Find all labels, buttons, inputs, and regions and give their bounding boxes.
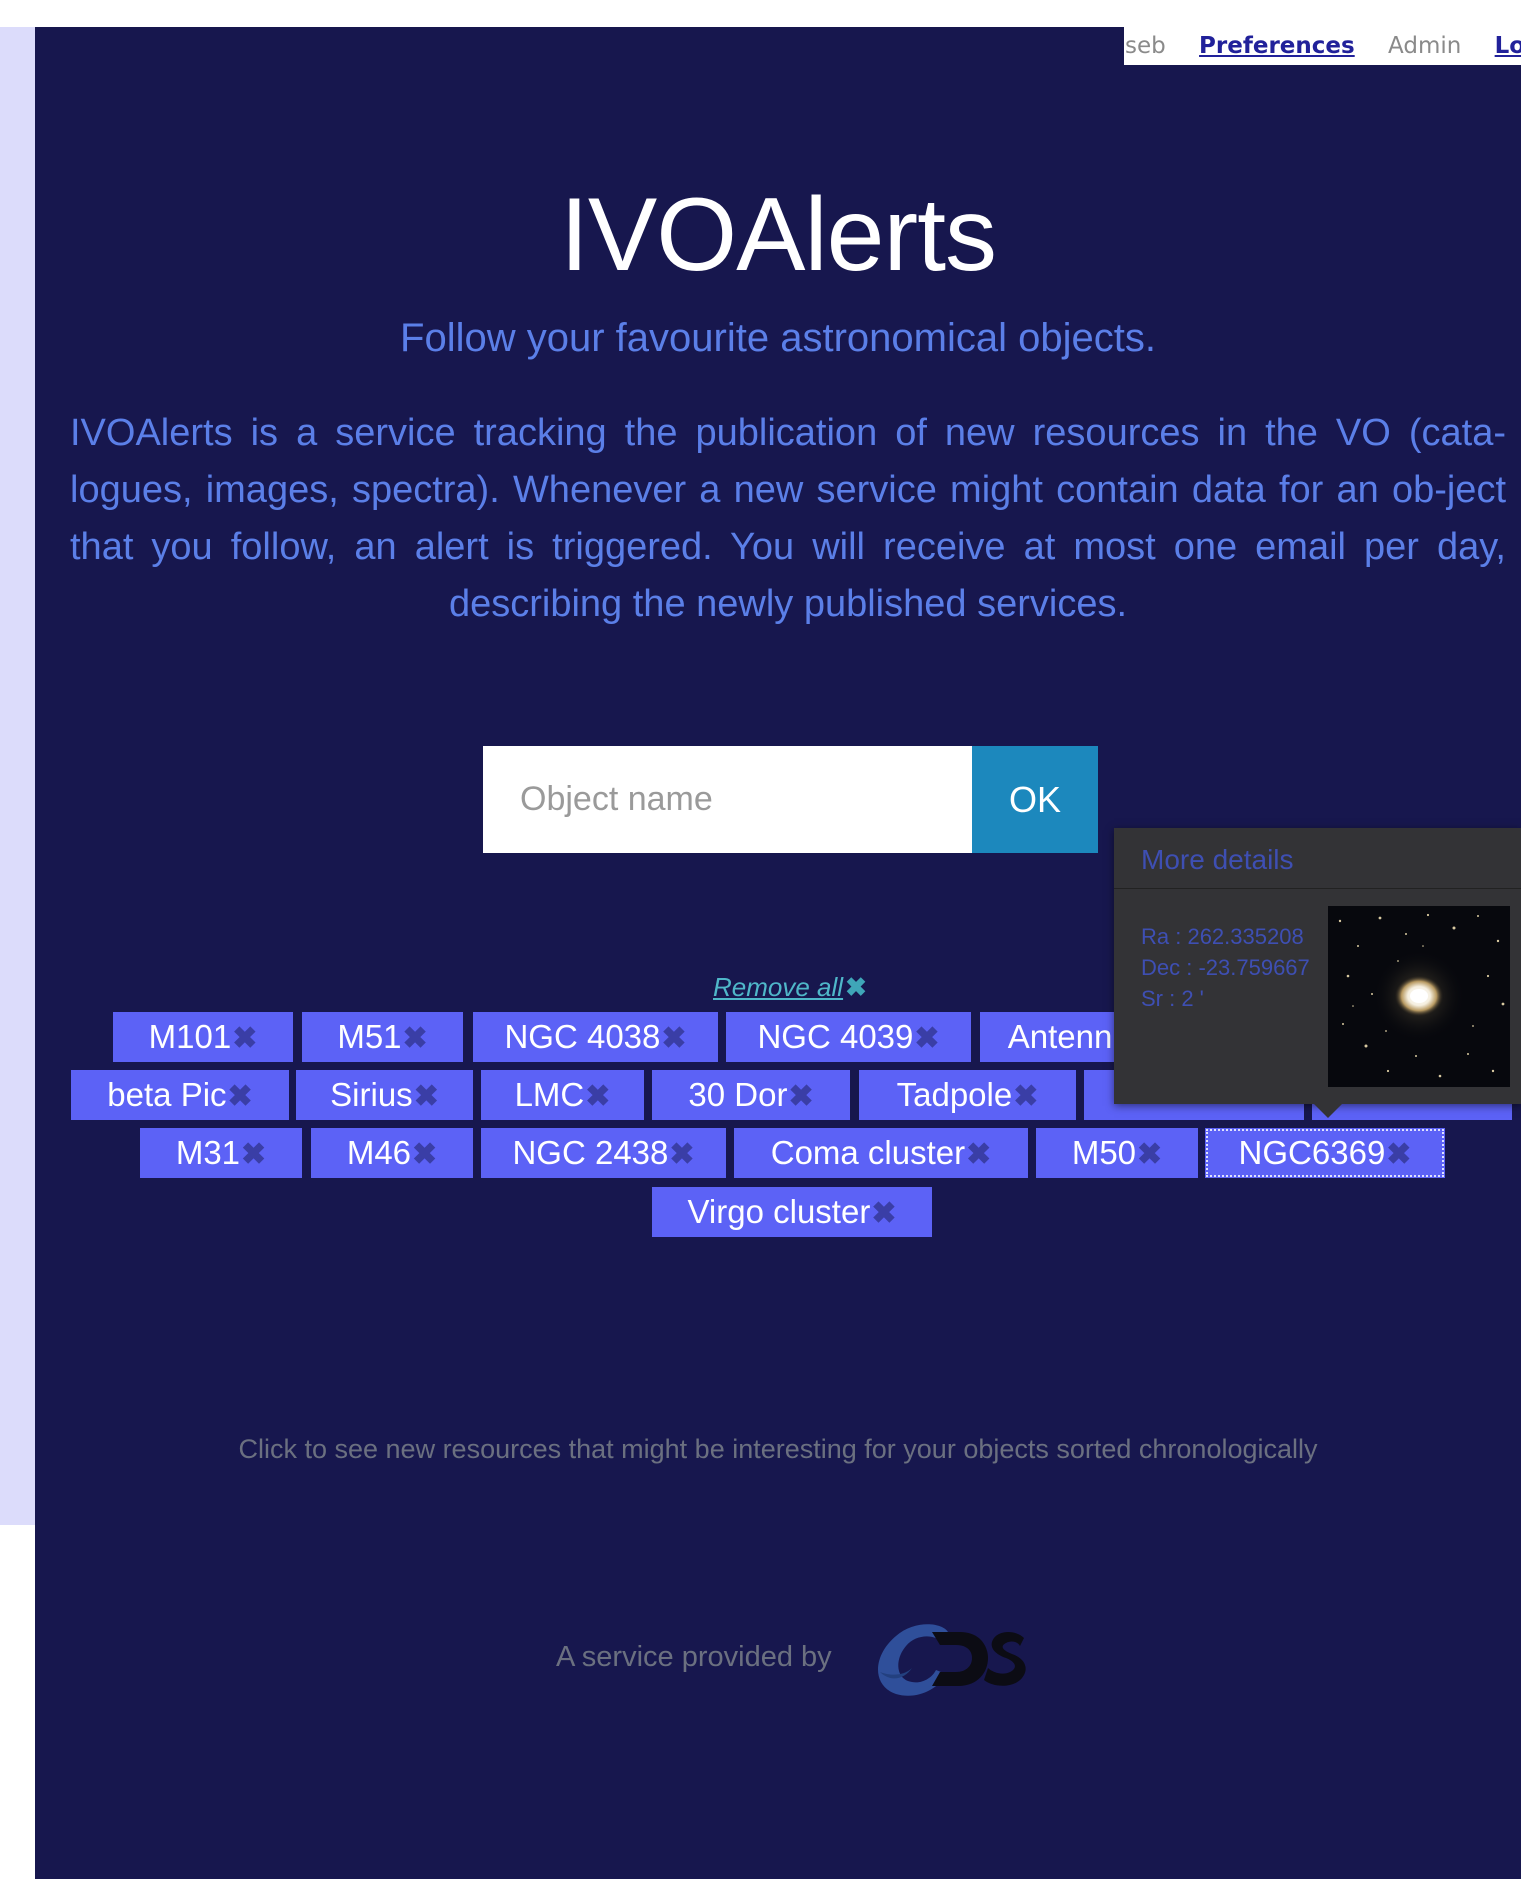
remove-tag-icon[interactable]: ✖ (1013, 1080, 1038, 1113)
popover-sr: Sr : 2 ' (1141, 986, 1204, 1011)
object-tag[interactable]: Virgo cluster✖ (652, 1187, 932, 1237)
popover-coordinates: Ra : 262.335208 Dec : -23.759667 Sr : 2 … (1141, 921, 1310, 1014)
remove-tag-icon[interactable]: ✖ (403, 1022, 428, 1055)
remove-tag-icon[interactable]: ✖ (914, 1022, 939, 1055)
remove-tag-icon[interactable]: ✖ (966, 1138, 991, 1171)
object-tag[interactable]: M46✖ (311, 1128, 473, 1178)
nav-preferences-link[interactable]: Preferences (1199, 27, 1355, 65)
object-tag[interactable]: Sirius✖ (296, 1070, 473, 1120)
object-tag[interactable]: 30 Dor✖ (652, 1070, 850, 1120)
object-tag[interactable]: NGC 4039✖ (726, 1012, 971, 1062)
details-popover: More details Ra : 262.335208 Dec : -23.7… (1114, 828, 1521, 1104)
remove-tag-icon[interactable]: ✖ (871, 1197, 896, 1230)
left-sidebar-strip (0, 27, 35, 1525)
object-tag[interactable]: Tadpole✖ (859, 1070, 1076, 1120)
page-subtitle: Follow your favourite astronomical objec… (400, 316, 1156, 360)
object-tag[interactable]: M51✖ (302, 1012, 463, 1062)
remove-tag-icon[interactable]: ✖ (661, 1022, 686, 1055)
remove-tag-icon[interactable]: ✖ (1386, 1138, 1411, 1171)
nav-username: seb (1125, 33, 1166, 59)
remove-tag-icon[interactable]: ✖ (788, 1080, 813, 1113)
object-tag[interactable]: LMC✖ (481, 1070, 644, 1120)
popover-ra: Ra : 262.335208 (1141, 924, 1304, 949)
ok-button[interactable]: OK (972, 746, 1098, 853)
object-tag[interactable]: M50✖ (1036, 1128, 1198, 1178)
object-tag[interactable]: M31✖ (140, 1128, 302, 1178)
remove-tag-icon[interactable]: ✖ (232, 1022, 257, 1055)
popover-arrow (1314, 1104, 1342, 1118)
object-tag[interactable]: NGC 4038✖ (473, 1012, 718, 1062)
remove-tag-icon[interactable]: ✖ (241, 1138, 266, 1171)
cds-logo[interactable] (860, 1610, 1026, 1702)
remove-all-icon: ✖ (845, 972, 867, 1002)
remove-tag-icon[interactable]: ✖ (412, 1138, 437, 1171)
popover-dec: Dec : -23.759667 (1141, 955, 1310, 980)
object-tag[interactable]: beta Pic✖ (71, 1070, 289, 1120)
object-thumbnail-image (1328, 906, 1510, 1087)
nav-admin-link[interactable]: Admin (1388, 27, 1461, 65)
object-tag-selected[interactable]: NGC6369✖ (1205, 1128, 1445, 1178)
object-tag[interactable]: M101✖ (113, 1012, 293, 1062)
resources-link[interactable]: Click to see new resources that might be… (35, 1434, 1521, 1465)
object-tag[interactable]: NGC 2438✖ (481, 1128, 726, 1178)
remove-tag-icon[interactable]: ✖ (414, 1080, 439, 1113)
top-nav: seb Preferences Admin Logo (1124, 27, 1521, 65)
object-name-input[interactable] (483, 746, 972, 853)
object-tag[interactable]: Coma cluster✖ (734, 1128, 1028, 1178)
remove-tag-icon[interactable]: ✖ (228, 1080, 253, 1113)
remove-tag-icon[interactable]: ✖ (669, 1138, 694, 1171)
remove-tag-icon[interactable]: ✖ (585, 1080, 610, 1113)
remove-tag-icon[interactable]: ✖ (1137, 1138, 1162, 1171)
remove-all-label: Remove all (713, 972, 844, 1002)
service-description: IVOAlerts is a service tracking the publ… (70, 412, 1506, 625)
page-title: IVOAlerts (560, 177, 997, 293)
provided-by-text: A service provided by (556, 1641, 832, 1673)
remove-all-link[interactable]: Remove all✖ (713, 972, 867, 1003)
popover-title[interactable]: More details (1114, 828, 1521, 889)
nav-logout-link[interactable]: Logo (1495, 27, 1521, 65)
